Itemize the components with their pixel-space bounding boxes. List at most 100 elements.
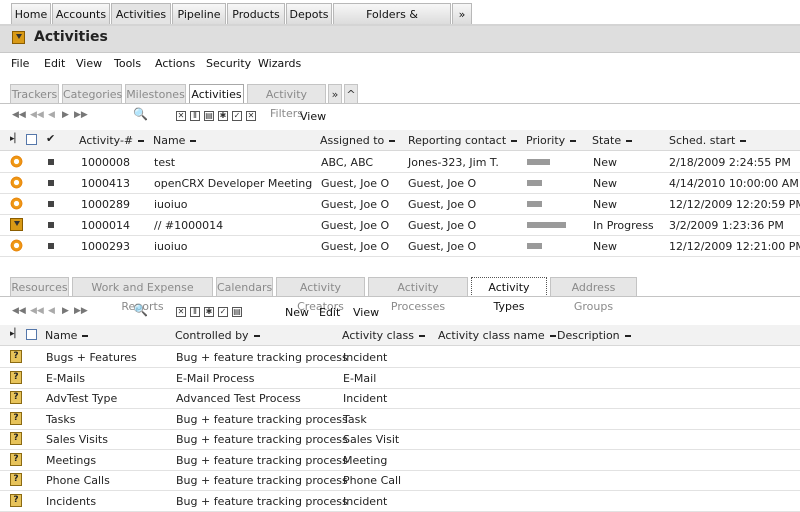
col-name[interactable]: Name	[153, 134, 197, 147]
subtab-more[interactable]: »	[328, 84, 342, 104]
subtab-activity-filters[interactable]: Activity Filters	[247, 84, 326, 120]
table-row[interactable]: 1000289 iuoiuo Guest, Joe O Guest, Joe O…	[0, 194, 800, 215]
list-item[interactable]: ? AdvTest Type Advanced Test Process Inc…	[0, 388, 800, 409]
tab-depots[interactable]: Depots	[286, 3, 332, 24]
list-item[interactable]: ? Tasks Bug + feature tracking process T…	[0, 409, 800, 430]
edit-button[interactable]: Edit	[319, 306, 340, 319]
table-row[interactable]: 1000413 openCRX Developer Meeting Guest,…	[0, 173, 800, 194]
col-sched-start[interactable]: Sched. start	[669, 134, 747, 147]
prev-page-icon[interactable]: ◀	[48, 306, 55, 316]
prev-fast-icon[interactable]: ◀◀	[30, 110, 44, 120]
table-row[interactable]: 1000293 iuoiuo Guest, Joe O Guest, Joe O…	[0, 236, 800, 257]
new-button[interactable]: New	[285, 306, 309, 319]
settings-icon[interactable]: ✱	[218, 111, 228, 121]
list-item[interactable]: ? Bugs + Features Bug + feature tracking…	[0, 347, 800, 368]
tab-more[interactable]: »	[452, 3, 472, 24]
cell-name[interactable]: // #1000014	[154, 219, 223, 232]
cell-name[interactable]: Meetings	[46, 454, 96, 467]
tab-accounts[interactable]: Accounts	[52, 3, 110, 24]
subtab-trackers[interactable]: Trackers	[10, 84, 59, 104]
subtab-resources[interactable]: Resources	[10, 277, 69, 297]
select-all-checkbox[interactable]	[26, 329, 37, 340]
cell-reporting-contact: Guest, Joe O	[408, 198, 477, 211]
close-icon[interactable]: ✕	[246, 111, 256, 121]
cell-name[interactable]: Tasks	[46, 413, 75, 426]
menu-view[interactable]: View	[76, 57, 102, 70]
check-icon[interactable]: ✓	[218, 307, 228, 317]
col-controlled-by[interactable]: Controlled by	[175, 329, 260, 342]
cell-name[interactable]: Sales Visits	[46, 433, 108, 446]
table-row[interactable]: 1000014 // #1000014 Guest, Joe O Guest, …	[0, 215, 800, 236]
cell-name[interactable]: AdvTest Type	[46, 392, 117, 405]
tab-folders-documents[interactable]: Folders & Documents	[333, 3, 451, 42]
search-icon[interactable]: 🔍	[133, 303, 148, 317]
prev-fast-icon[interactable]: ◀◀	[30, 306, 44, 316]
columns-icon[interactable]: Ⅱ	[190, 307, 200, 317]
first-page-icon[interactable]: ◀◀	[12, 306, 26, 316]
subtab-work-expense-reports[interactable]: Work and Expense Reports	[72, 277, 213, 313]
table-icon[interactable]: ▤	[232, 307, 242, 317]
columns-icon[interactable]: Ⅱ	[190, 111, 200, 121]
subtab-activity-types[interactable]: Activity Types	[471, 277, 547, 313]
subtab-categories[interactable]: Categories	[62, 84, 122, 104]
cell-name[interactable]: Phone Calls	[46, 474, 110, 487]
cell-name[interactable]: test	[154, 156, 175, 169]
col-assigned-to[interactable]: Assigned to	[320, 134, 396, 147]
list-item[interactable]: ? Meetings Bug + feature tracking proces…	[0, 450, 800, 471]
tab-activities[interactable]: Activities	[111, 3, 171, 24]
menu-wizards[interactable]: Wizards	[258, 57, 301, 70]
first-page-icon[interactable]: ◀◀	[12, 110, 26, 120]
grid-options-icon[interactable]: ▸▏	[10, 134, 21, 144]
col-activity-class-name[interactable]: Activity class name	[438, 329, 556, 342]
next-page-icon[interactable]: ▶	[62, 110, 69, 120]
list-item[interactable]: ? Incidents Bug + feature tracking proce…	[0, 491, 800, 512]
cell-name[interactable]: openCRX Developer Meeting	[154, 177, 312, 190]
subtab-address-groups[interactable]: Address Groups	[550, 277, 637, 313]
col-description[interactable]: Description	[557, 329, 631, 342]
col-reporting-contact[interactable]: Reporting contact	[408, 134, 518, 147]
col-name[interactable]: Name	[45, 329, 89, 342]
table-row[interactable]: 1000008 test ABC, ABC Jones-323, Jim T. …	[0, 152, 800, 173]
view-button[interactable]: View	[353, 306, 379, 319]
cell-name[interactable]: iuoiuo	[154, 240, 188, 253]
col-priority[interactable]: Priority	[526, 134, 577, 147]
grid-options-icon[interactable]: ▸▏	[10, 329, 21, 339]
menu-security[interactable]: Security	[206, 57, 251, 70]
subtab-milestones[interactable]: Milestones	[125, 84, 186, 104]
tab-products[interactable]: Products	[227, 3, 285, 24]
settings-icon[interactable]: ✱	[204, 307, 214, 317]
last-page-icon[interactable]: ▶▶	[74, 110, 88, 120]
col-state[interactable]: State	[592, 134, 633, 147]
list-item[interactable]: ? Phone Calls Bug + feature tracking pro…	[0, 470, 800, 491]
subtab-calendars[interactable]: Calendars	[216, 277, 273, 297]
subtab-activity-creators[interactable]: Activity Creators	[276, 277, 365, 313]
tab-home[interactable]: Home	[11, 3, 51, 24]
delete-icon[interactable]: ✕	[176, 111, 186, 121]
prev-page-icon[interactable]: ◀	[48, 110, 55, 120]
table-icon[interactable]: ▤	[204, 111, 214, 121]
tab-pipeline[interactable]: Pipeline	[172, 3, 226, 24]
cell-name[interactable]: Incidents	[46, 495, 96, 508]
search-icon[interactable]: 🔍	[133, 107, 148, 121]
list-item[interactable]: ? E-Mails E-Mail Process E-Mail	[0, 368, 800, 389]
menu-tools[interactable]: Tools	[114, 57, 141, 70]
subtab-activity-processes[interactable]: Activity Processes	[368, 277, 468, 313]
delete-icon[interactable]: ✕	[176, 307, 186, 317]
last-page-icon[interactable]: ▶▶	[74, 306, 88, 316]
menu-edit[interactable]: Edit	[44, 57, 65, 70]
menu-actions[interactable]: Actions	[155, 57, 195, 70]
subtab-activities[interactable]: Activities	[189, 84, 244, 104]
activity-type-icon: ?	[10, 494, 22, 507]
select-all-checkbox[interactable]	[26, 134, 37, 145]
col-activity-number[interactable]: Activity-#	[79, 134, 145, 147]
menu-file[interactable]: File	[11, 57, 29, 70]
col-activity-class[interactable]: Activity class	[342, 329, 425, 342]
cell-name[interactable]: Bugs + Features	[46, 351, 137, 364]
view-button[interactable]: View	[300, 110, 326, 123]
list-item[interactable]: ? Sales Visits Bug + feature tracking pr…	[0, 429, 800, 450]
cell-name[interactable]: iuoiuo	[154, 198, 188, 211]
check-icon[interactable]: ✓	[232, 111, 242, 121]
cell-name[interactable]: E-Mails	[46, 372, 85, 385]
subtab-collapse[interactable]: ^	[344, 84, 358, 104]
next-page-icon[interactable]: ▶	[62, 306, 69, 316]
